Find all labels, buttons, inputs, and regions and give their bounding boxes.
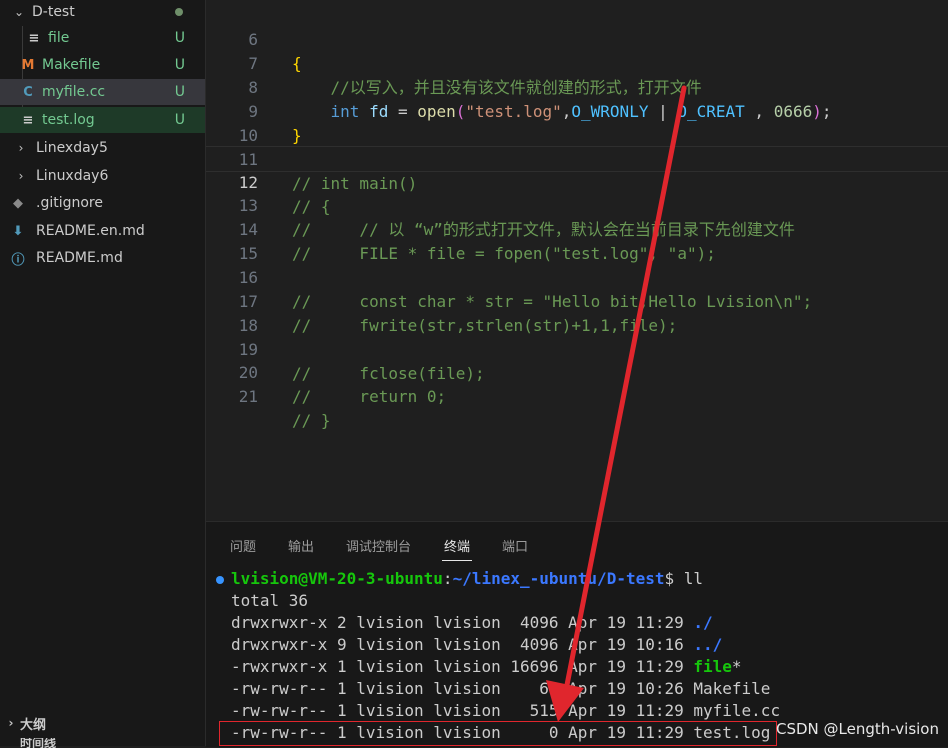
chevron-down-icon: ⌄ xyxy=(13,5,25,19)
folder-linexday5[interactable]: › Linexday5 xyxy=(0,135,205,161)
terminal-prompt-line: lvision@VM-20-3-ubuntu:~/linex_-ubuntu/D… xyxy=(231,569,704,588)
code-text: // return 0; xyxy=(292,387,447,406)
terminal-line: -rw-rw-r-- 1 lvision lvision 62 Apr 19 1… xyxy=(231,679,771,698)
file-label: Makefile xyxy=(42,57,101,73)
code-line: 11 // int main() xyxy=(206,124,948,193)
folder-d-test[interactable]: ⌄ D-test xyxy=(0,0,205,25)
timeline-section-header[interactable]: 时间线 xyxy=(0,738,205,748)
line-number: 21 xyxy=(238,387,258,406)
active-tab-indicator xyxy=(442,560,472,561)
code-line: 6 { xyxy=(206,4,948,73)
command-status-dot-icon xyxy=(216,576,224,584)
file-label: test.log xyxy=(42,112,95,128)
tab-terminal[interactable]: 终端 xyxy=(444,536,470,555)
folder-linuxday6[interactable]: › Linuxday6 xyxy=(0,163,205,189)
git-status-badge: U xyxy=(174,112,185,128)
code-line: 9 } xyxy=(206,76,948,145)
file-label: README.en.md xyxy=(36,223,145,239)
code-line: 7 //以写入，并且没有该文件就创建的形式，打开文件 xyxy=(206,28,948,97)
chevron-right-icon: › xyxy=(18,169,24,183)
code-text: // } xyxy=(292,411,331,430)
code-line: 16 // const char * str = "Hello bit,Hell… xyxy=(206,242,948,311)
annotation-highlight-box xyxy=(219,721,777,746)
file-label: .gitignore xyxy=(36,195,103,211)
code-line: 21 // } xyxy=(206,361,948,430)
code-line: 8 int fd = open("test.log",O_WRONLY | O_… xyxy=(206,52,948,121)
download-arrow-icon: ⬇ xyxy=(12,223,24,239)
folder-label: Linexday5 xyxy=(36,140,108,156)
chevron-right-icon: › xyxy=(8,716,14,730)
code-line: 15 xyxy=(206,218,948,263)
tab-ports[interactable]: 端口 xyxy=(502,536,528,555)
code-line: 14 // FILE * file = fopen("test.log", "a… xyxy=(206,194,948,263)
tab-problems[interactable]: 问题 xyxy=(230,536,256,555)
code-line: 18 xyxy=(206,290,948,335)
chevron-right-icon: › xyxy=(18,141,24,155)
code-editor[interactable]: 6 { 7 //以写入，并且没有该文件就创建的形式，打开文件 8 int fd … xyxy=(206,0,948,520)
watermark: CSDN @Length-vision xyxy=(776,720,939,738)
folder-label: Linuxday6 xyxy=(36,168,109,184)
git-icon: ◆ xyxy=(13,195,23,211)
file-item-myfile-cc[interactable]: C myfile.cc U xyxy=(0,79,205,105)
cpp-file-icon: C xyxy=(23,84,33,100)
terminal-line: -rw-rw-r-- 1 lvision lvision 515 Apr 19 … xyxy=(231,701,781,720)
file-label: README.md xyxy=(36,250,123,266)
file-item-readme[interactable]: ⓘ README.md xyxy=(0,245,205,271)
code-line: 17 // fwrite(str,strlen(str)+1,1,file); xyxy=(206,266,948,335)
file-item-gitignore[interactable]: ◆ .gitignore xyxy=(0,190,205,216)
file-item-readme-en[interactable]: ⬇ README.en.md xyxy=(0,218,205,244)
code-line: 20 // return 0; xyxy=(206,337,948,406)
file-item-file[interactable]: ≡ file U xyxy=(0,25,205,51)
current-code-line: 12 // { xyxy=(206,146,948,216)
git-status-badge: U xyxy=(174,30,185,46)
code-line: 13 // // 以 “w”的形式打开文件，默认会在当前目录下先创建文件 xyxy=(206,170,948,239)
terminal-line: total 36 xyxy=(231,591,309,610)
terminal-line: drwxrwxr-x 9 lvision lvision 4096 Apr 19… xyxy=(231,635,723,654)
bottom-panel: 问题 输出 调试控制台 终端 端口 lvision@VM-20-3-ubuntu… xyxy=(206,521,948,747)
info-icon: ⓘ xyxy=(11,252,25,268)
tab-debug-console[interactable]: 调试控制台 xyxy=(346,536,411,555)
modified-dot-icon xyxy=(175,8,183,16)
git-status-badge: U xyxy=(174,57,185,73)
outline-section-header[interactable]: › 大纲 xyxy=(0,710,205,736)
code-line: 19 // fclose(file); xyxy=(206,314,948,383)
file-item-makefile[interactable]: M Makefile U xyxy=(0,52,205,78)
makefile-icon: M xyxy=(21,57,35,73)
folder-label: D-test xyxy=(32,4,75,20)
file-label: file xyxy=(48,30,70,46)
terminal-line: -rwxrwxr-x 1 lvision lvision 16696 Apr 1… xyxy=(231,657,742,676)
file-label: myfile.cc xyxy=(42,84,106,100)
text-file-icon: ≡ xyxy=(28,30,40,46)
terminal-line: drwxrwxr-x 2 lvision lvision 4096 Apr 19… xyxy=(231,613,713,632)
explorer-sidebar: ⌄ D-test ≡ file U M Makefile U C myfile.… xyxy=(0,0,206,748)
code-line: 10 xyxy=(206,100,948,145)
tab-output[interactable]: 输出 xyxy=(288,536,314,555)
outline-label: 大纲 xyxy=(20,717,47,733)
git-status-badge: U xyxy=(174,84,185,100)
file-item-test-log[interactable]: ≡ test.log U xyxy=(0,107,205,133)
log-file-icon: ≡ xyxy=(22,112,34,128)
timeline-label: 时间线 xyxy=(20,738,57,748)
